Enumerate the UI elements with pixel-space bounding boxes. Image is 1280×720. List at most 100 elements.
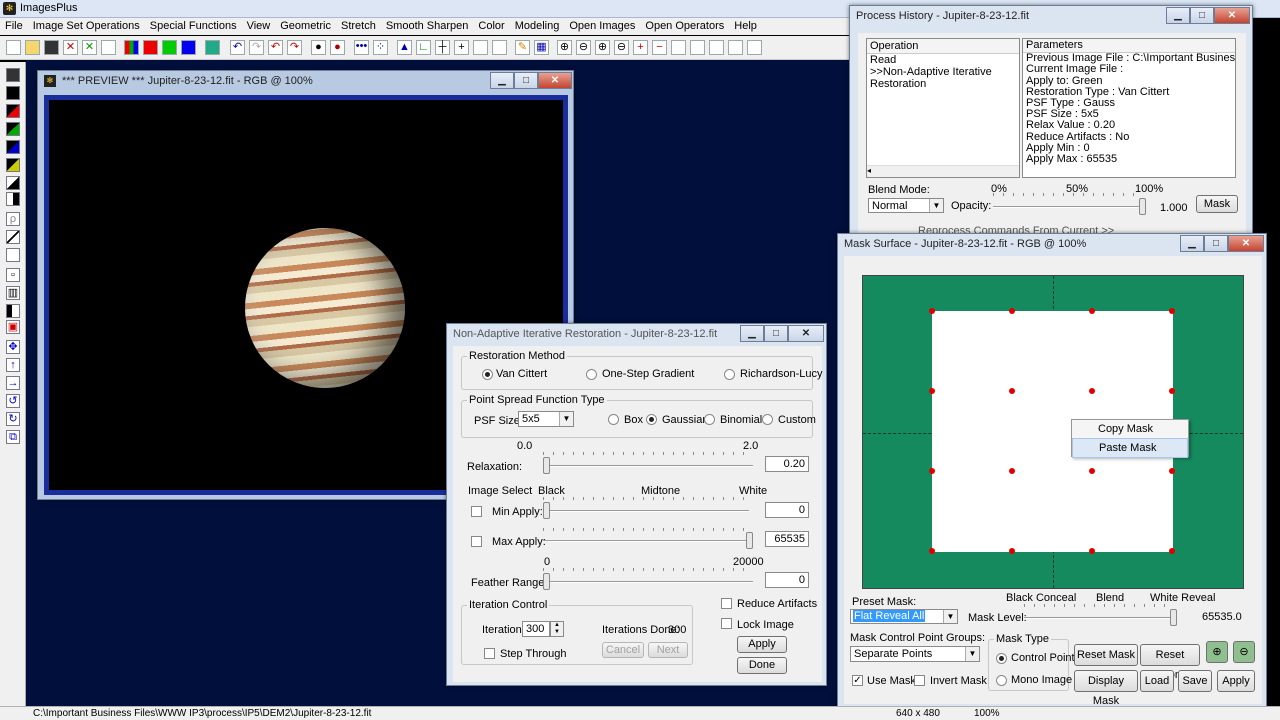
histogram-icon[interactable]: ▲ <box>397 40 412 55</box>
operation-hscrollbar[interactable]: ◂ <box>867 165 1019 177</box>
new-file-icon[interactable] <box>6 40 21 55</box>
tool-flip-icon[interactable]: ⧉ <box>6 430 20 444</box>
mask-apply-button[interactable]: Apply <box>1217 670 1255 692</box>
binomial-radio[interactable] <box>704 414 715 425</box>
menu-stretch[interactable]: Stretch <box>336 18 381 32</box>
red-channel-icon[interactable] <box>143 40 158 55</box>
preview-minimize-button[interactable]: ▁ <box>490 72 514 89</box>
mask-button[interactable]: Mask <box>1196 195 1238 213</box>
parameter-list[interactable]: Parameters Previous Image File : C:\Impo… <box>1022 38 1236 178</box>
load-button[interactable]: Load <box>1140 670 1174 692</box>
tool-arrow-right-icon[interactable]: → <box>6 376 20 390</box>
preset-mask-select[interactable]: Flat Reveal All ▼ <box>850 609 958 624</box>
psf-size-select[interactable]: 5x5 ▼ <box>518 411 574 427</box>
points-icon[interactable]: ⁘ <box>373 40 388 55</box>
axis-icon[interactable]: ∟ <box>416 40 431 55</box>
paste-mask-menu-item[interactable]: Paste Mask <box>1072 438 1188 458</box>
control-point[interactable] <box>1169 548 1175 554</box>
zoom-in-icon[interactable]: ⊕ <box>557 40 572 55</box>
crop-icon[interactable]: ┼ <box>435 40 450 55</box>
iterations-stepper[interactable]: ▲ ▼ <box>550 621 564 637</box>
tool-black-icon[interactable] <box>6 86 20 100</box>
square-small-icon[interactable] <box>709 40 724 55</box>
control-point-groups-select[interactable]: Separate Points ▼ <box>850 646 980 662</box>
display-mask-button[interactable]: Display Mask <box>1074 670 1138 707</box>
zoom-fit-icon[interactable]: ⊕ <box>595 40 610 55</box>
menu-geometric[interactable]: Geometric <box>275 18 336 32</box>
menu-special-functions[interactable]: Special Functions <box>145 18 242 32</box>
tool-half-icon[interactable] <box>6 192 20 206</box>
tool-rotate-right-icon[interactable]: ↻ <box>6 412 20 426</box>
preview-maximize-button[interactable]: □ <box>514 72 538 89</box>
mask-maximize-button[interactable]: □ <box>1204 235 1228 252</box>
save-button[interactable]: Save <box>1178 670 1212 692</box>
save-icon[interactable] <box>44 40 59 55</box>
tool-rotate-left-icon[interactable]: ↺ <box>6 394 20 408</box>
control-point[interactable] <box>1009 308 1015 314</box>
redo-icon[interactable]: ↷ <box>249 40 264 55</box>
menu-image-set-operations[interactable]: Image Set Operations <box>28 18 145 32</box>
tool-target-icon[interactable]: ▫ <box>6 268 20 282</box>
menu-view[interactable]: View <box>242 18 276 32</box>
control-point[interactable] <box>1009 548 1015 554</box>
copy-mask-menu-item[interactable]: Copy Mask <box>1072 420 1188 438</box>
restoration-close-button[interactable]: ✕ <box>788 325 824 342</box>
mono-image-radio[interactable] <box>996 675 1007 686</box>
max-apply-checkbox[interactable] <box>471 536 482 547</box>
next-button[interactable]: Next <box>648 642 688 658</box>
tool-white-icon[interactable] <box>6 176 20 190</box>
custom-radio[interactable] <box>762 414 773 425</box>
zoom-actual-icon[interactable]: ⊖ <box>614 40 629 55</box>
control-point[interactable] <box>1169 308 1175 314</box>
feather-slider[interactable] <box>543 573 550 590</box>
undo-red-icon[interactable]: ↶ <box>268 40 283 55</box>
redo-red-icon[interactable]: ↷ <box>287 40 302 55</box>
max-apply-field[interactable]: 65535 <box>765 531 809 547</box>
control-point[interactable] <box>929 308 935 314</box>
control-point[interactable] <box>1009 388 1015 394</box>
tool-yellow-icon[interactable] <box>6 158 20 172</box>
menu-open-images[interactable]: Open Images <box>564 18 640 32</box>
tool-curve-icon[interactable]: ρ <box>6 212 20 226</box>
blue-channel-icon[interactable] <box>181 40 196 55</box>
square-large-icon[interactable] <box>671 40 686 55</box>
control-point[interactable] <box>929 548 935 554</box>
menu-color[interactable]: Color <box>473 18 509 32</box>
open-file-icon[interactable] <box>25 40 40 55</box>
zoom-out-icon[interactable]: ⊖ <box>1233 641 1255 663</box>
tool-save-icon[interactable] <box>6 68 20 82</box>
minus-box-icon[interactable]: − <box>652 40 667 55</box>
copy-icon[interactable] <box>101 40 116 55</box>
operation-list[interactable]: Operation Read >>Non-Adaptive Iterative … <box>866 38 1020 178</box>
control-point[interactable] <box>1009 468 1015 474</box>
mask-close-button[interactable]: ✕ <box>1228 235 1264 252</box>
control-point[interactable] <box>1089 548 1095 554</box>
menu-smooth-sharpen[interactable]: Smooth Sharpen <box>381 18 474 32</box>
one-step-gradient-radio[interactable] <box>586 369 597 380</box>
control-point[interactable] <box>929 388 935 394</box>
mask-canvas[interactable]: Copy Mask Paste Mask <box>862 275 1244 589</box>
history-minimize-button[interactable]: ▁ <box>1166 7 1190 24</box>
frame-icon[interactable] <box>473 40 488 55</box>
resize-icon[interactable] <box>492 40 507 55</box>
operation-item[interactable]: Read <box>867 54 1019 66</box>
min-apply-slider[interactable] <box>543 502 550 519</box>
history-close-button[interactable]: ✕ <box>1214 7 1250 24</box>
operation-item[interactable]: >>Non-Adaptive Iterative Restoration <box>867 66 1019 90</box>
relaxation-slider[interactable] <box>543 457 550 474</box>
tool-levels-icon[interactable]: ▥ <box>6 286 20 300</box>
opacity-slider[interactable] <box>1139 198 1146 215</box>
close-red-icon[interactable]: ✕ <box>63 40 78 55</box>
mask-level-slider[interactable] <box>1170 609 1177 626</box>
zoom-out-icon[interactable]: ⊖ <box>576 40 591 55</box>
done-button[interactable]: Done <box>737 657 787 674</box>
square-medium-icon[interactable] <box>690 40 705 55</box>
control-point[interactable] <box>1089 308 1095 314</box>
min-apply-checkbox[interactable] <box>471 506 482 517</box>
tool-diagonal-icon[interactable] <box>6 230 20 244</box>
grid-table-icon[interactable]: ▦ <box>534 40 549 55</box>
min-apply-field[interactable]: 0 <box>765 502 809 518</box>
control-point[interactable] <box>929 468 935 474</box>
pencil-icon[interactable]: ✎ <box>515 40 530 55</box>
preview-close-button[interactable]: ✕ <box>538 72 572 89</box>
